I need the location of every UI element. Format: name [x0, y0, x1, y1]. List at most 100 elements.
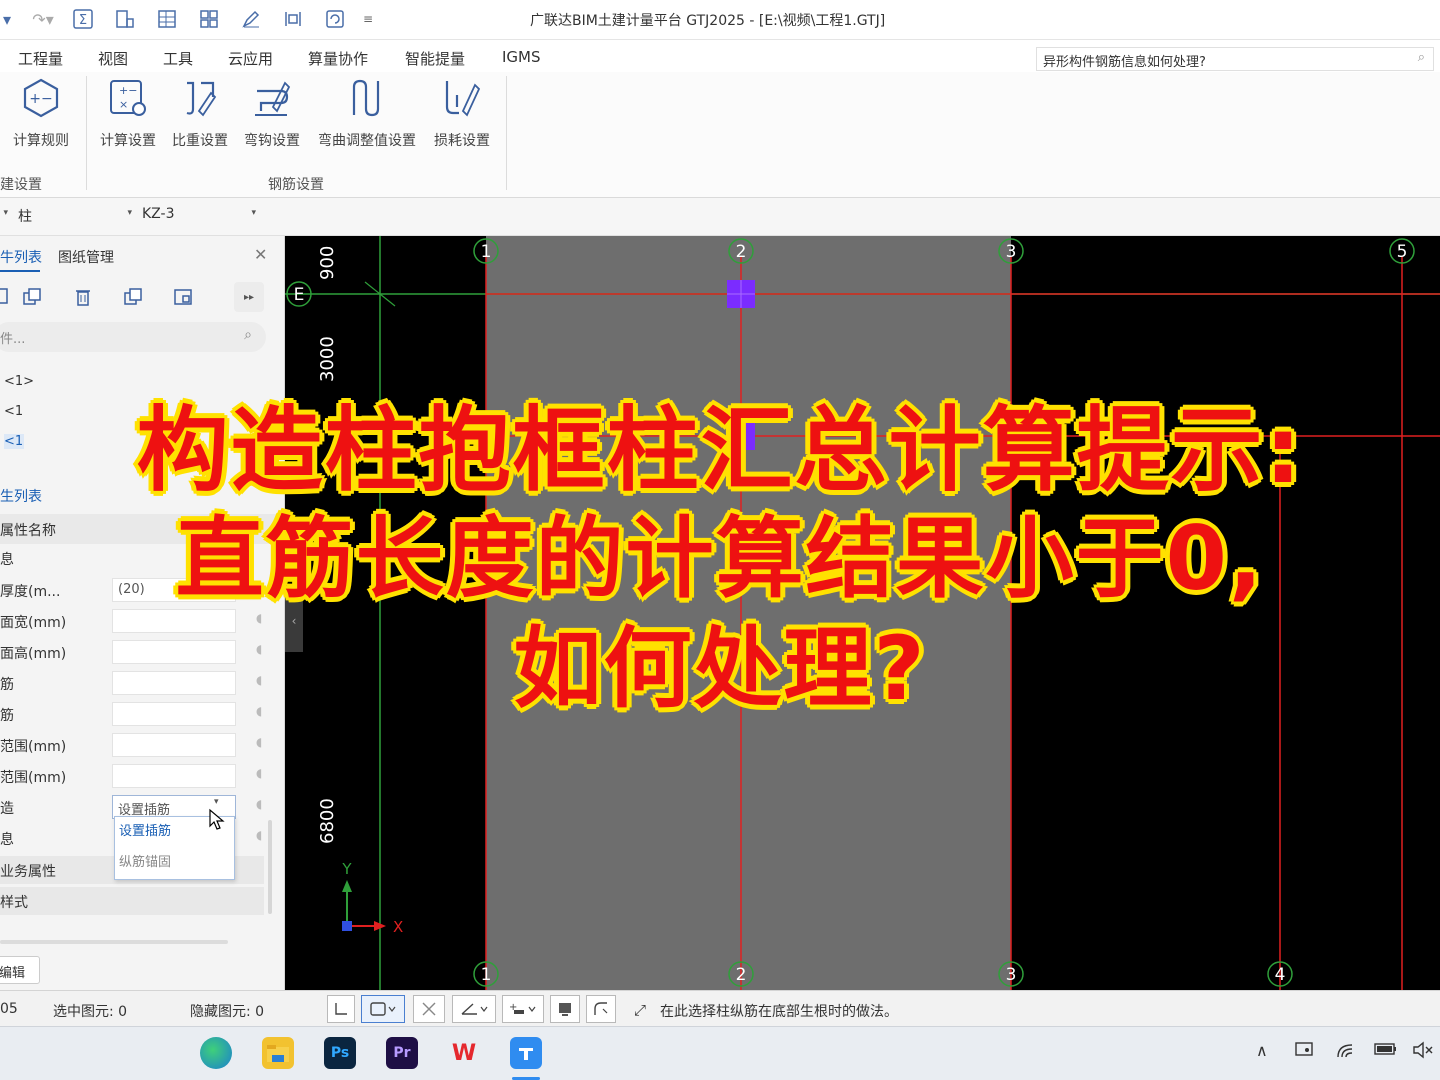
layer-copy-icon[interactable] — [168, 282, 198, 312]
cross-toggle[interactable] — [413, 995, 445, 1023]
drawing-canvas[interactable]: 1 2 3 5 1 2 3 4 E 900 3000 6800 ‹ Y X — [285, 236, 1440, 990]
refresh-icon[interactable] — [324, 8, 346, 30]
property-value-field[interactable] — [112, 609, 236, 633]
menu-quantity[interactable]: 工程量 — [18, 48, 63, 69]
component-type-value: 柱 — [18, 209, 32, 225]
chevron-up-icon[interactable]: ∧ — [1256, 1041, 1268, 1060]
left-panel-tabs: 牛列表 图纸管理 ✕ — [0, 236, 285, 274]
file-explorer-icon[interactable] — [262, 1037, 294, 1069]
expand-toolbar-icon[interactable]: ▸▸ — [234, 282, 264, 312]
gtj-app-icon[interactable] — [510, 1037, 542, 1069]
photoshop-icon[interactable]: Ps — [324, 1037, 356, 1069]
svg-text:+−: +− — [119, 84, 137, 97]
menu-tools[interactable]: 工具 — [163, 48, 193, 69]
battery-icon[interactable] — [1374, 1041, 1398, 1061]
column-marker[interactable] — [727, 422, 755, 450]
axis-label-top: 5 — [1397, 242, 1408, 262]
search-icon[interactable]: ⌕ — [1418, 50, 1425, 65]
premiere-icon[interactable]: Pr — [386, 1037, 418, 1069]
property-value-field[interactable] — [112, 764, 236, 788]
wifi-icon[interactable] — [1336, 1041, 1356, 1063]
ribbon-separator — [86, 76, 87, 190]
layout-icon[interactable] — [114, 8, 136, 30]
cast-shape — [1295, 1042, 1313, 1056]
property-value-field[interactable] — [112, 733, 236, 757]
menu-smart-extract[interactable]: 智能提量 — [405, 48, 465, 69]
menu-igms[interactable]: IGMS — [502, 48, 541, 66]
dropdown-option-anchor[interactable]: 纵筋锚固 — [119, 851, 171, 870]
undo-dropdown-icon[interactable]: ▾ — [0, 8, 14, 30]
density-settings-button[interactable]: 比重设置 — [168, 76, 232, 164]
hook-settings-button[interactable]: 弯钩设置 — [240, 76, 304, 164]
curve-toggle[interactable] — [586, 995, 616, 1023]
angle-toggle[interactable] — [452, 995, 496, 1023]
menu-collab[interactable]: 算量协作 — [308, 48, 368, 69]
status-bar: 05 选中图元: 0 隐藏图元: 0 + ⤢ 在此选择柱纵筋在底部生根时的做法。 — [0, 990, 1440, 1026]
hidden-count: 隐藏图元: 0 — [190, 1004, 265, 1020]
component-name-combo[interactable]: KZ-3 ▾ — [142, 206, 256, 228]
tab-property-list[interactable]: 生列表 — [0, 486, 42, 506]
wps-icon[interactable]: W — [448, 1037, 480, 1069]
pen-icon[interactable] — [240, 8, 262, 30]
window-title: 广联达BIM土建计量平台 GTJ2025 - [E:\视频\工程1.GTJ] — [530, 13, 886, 29]
component-name-value: KZ-3 — [142, 206, 175, 222]
calc-settings-button[interactable]: +− × 计算设置 — [96, 76, 160, 164]
search-icon[interactable]: ⌕ — [244, 327, 252, 343]
help-search-input[interactable]: 异形构件钢筋信息如何处理? ⌕ — [1036, 47, 1434, 71]
delete-icon[interactable] — [68, 282, 98, 312]
customize-toolbar-icon[interactable]: ≡ — [360, 8, 376, 30]
tab-drawing-management[interactable]: 图纸管理 — [58, 247, 114, 267]
volume-muted-icon[interactable] — [1412, 1041, 1434, 1063]
section-label: 业务属性 — [0, 864, 56, 880]
axis-label-top: 1 — [481, 242, 492, 262]
property-name: 息 — [0, 552, 14, 568]
menu-cloud[interactable]: 云应用 — [228, 48, 273, 69]
bend-adjust-settings-button[interactable]: 弯曲调整值设置 — [312, 76, 422, 164]
display-toggle[interactable] — [550, 995, 580, 1023]
property-value-field[interactable] — [112, 640, 236, 664]
redo-icon[interactable]: ↷▾ — [26, 8, 60, 30]
calc-settings-icon: +− × — [106, 76, 150, 120]
property-row: 筋 ◖ — [0, 668, 270, 699]
cast-icon[interactable] — [1294, 1041, 1314, 1063]
dropdown-option-insert-rebar[interactable]: 设置插筋 — [119, 820, 171, 839]
property-value-field[interactable] — [112, 671, 236, 695]
grid-icon[interactable] — [198, 8, 220, 30]
snap-icon — [370, 1002, 396, 1016]
chevron-down-icon[interactable]: ▾ — [214, 797, 219, 807]
close-icon[interactable]: ✕ — [254, 245, 267, 264]
copy-component-button[interactable] — [17, 282, 47, 312]
property-value-field[interactable]: (20) — [112, 578, 236, 602]
axis-label-row: E — [294, 285, 305, 305]
tree-item[interactable]: <1> — [4, 374, 34, 389]
tree-item[interactable]: <1 — [4, 404, 23, 419]
edge-browser-icon[interactable] — [200, 1037, 232, 1069]
active-tab-indicator — [0, 270, 40, 272]
tree-item-selected[interactable]: <1 — [4, 434, 24, 449]
tab-component-list[interactable]: 牛列表 — [0, 247, 42, 267]
property-dot-icon: ◖ — [256, 766, 263, 780]
new-component-button[interactable] — [0, 282, 16, 312]
menu-view[interactable]: 视图 — [98, 48, 128, 69]
floor-combo-arrow[interactable]: ▾ — [0, 206, 8, 228]
property-dot-icon: ◖ — [256, 797, 263, 811]
table-icon[interactable] — [156, 8, 178, 30]
loss-settings-button[interactable]: 损耗设置 — [430, 76, 494, 164]
battery-shape — [1374, 1043, 1396, 1055]
section-style[interactable]: 样式 — [0, 887, 264, 915]
span-icon[interactable] — [282, 8, 304, 30]
calc-rules-button[interactable]: +− 计算规则 — [8, 76, 74, 164]
axis-label-top: 3 — [1006, 242, 1017, 262]
orthogonal-toggle[interactable] — [327, 995, 355, 1023]
property-value-field[interactable] — [112, 702, 236, 726]
component-search-input[interactable]: 件... ⌕ — [0, 322, 266, 352]
property-row: 息 — [0, 543, 270, 574]
horizontal-scrollbar[interactable] — [0, 940, 228, 944]
vertical-scrollbar[interactable] — [268, 820, 272, 914]
edit-button[interactable]: 编辑 — [0, 956, 40, 984]
duplicate-icon[interactable] — [118, 282, 148, 312]
dimension-toggle[interactable]: + — [502, 995, 544, 1023]
object-snap-toggle[interactable] — [361, 995, 405, 1023]
sum-icon[interactable]: Σ — [72, 8, 94, 30]
component-type-combo[interactable]: 柱 ▾ — [18, 206, 132, 228]
